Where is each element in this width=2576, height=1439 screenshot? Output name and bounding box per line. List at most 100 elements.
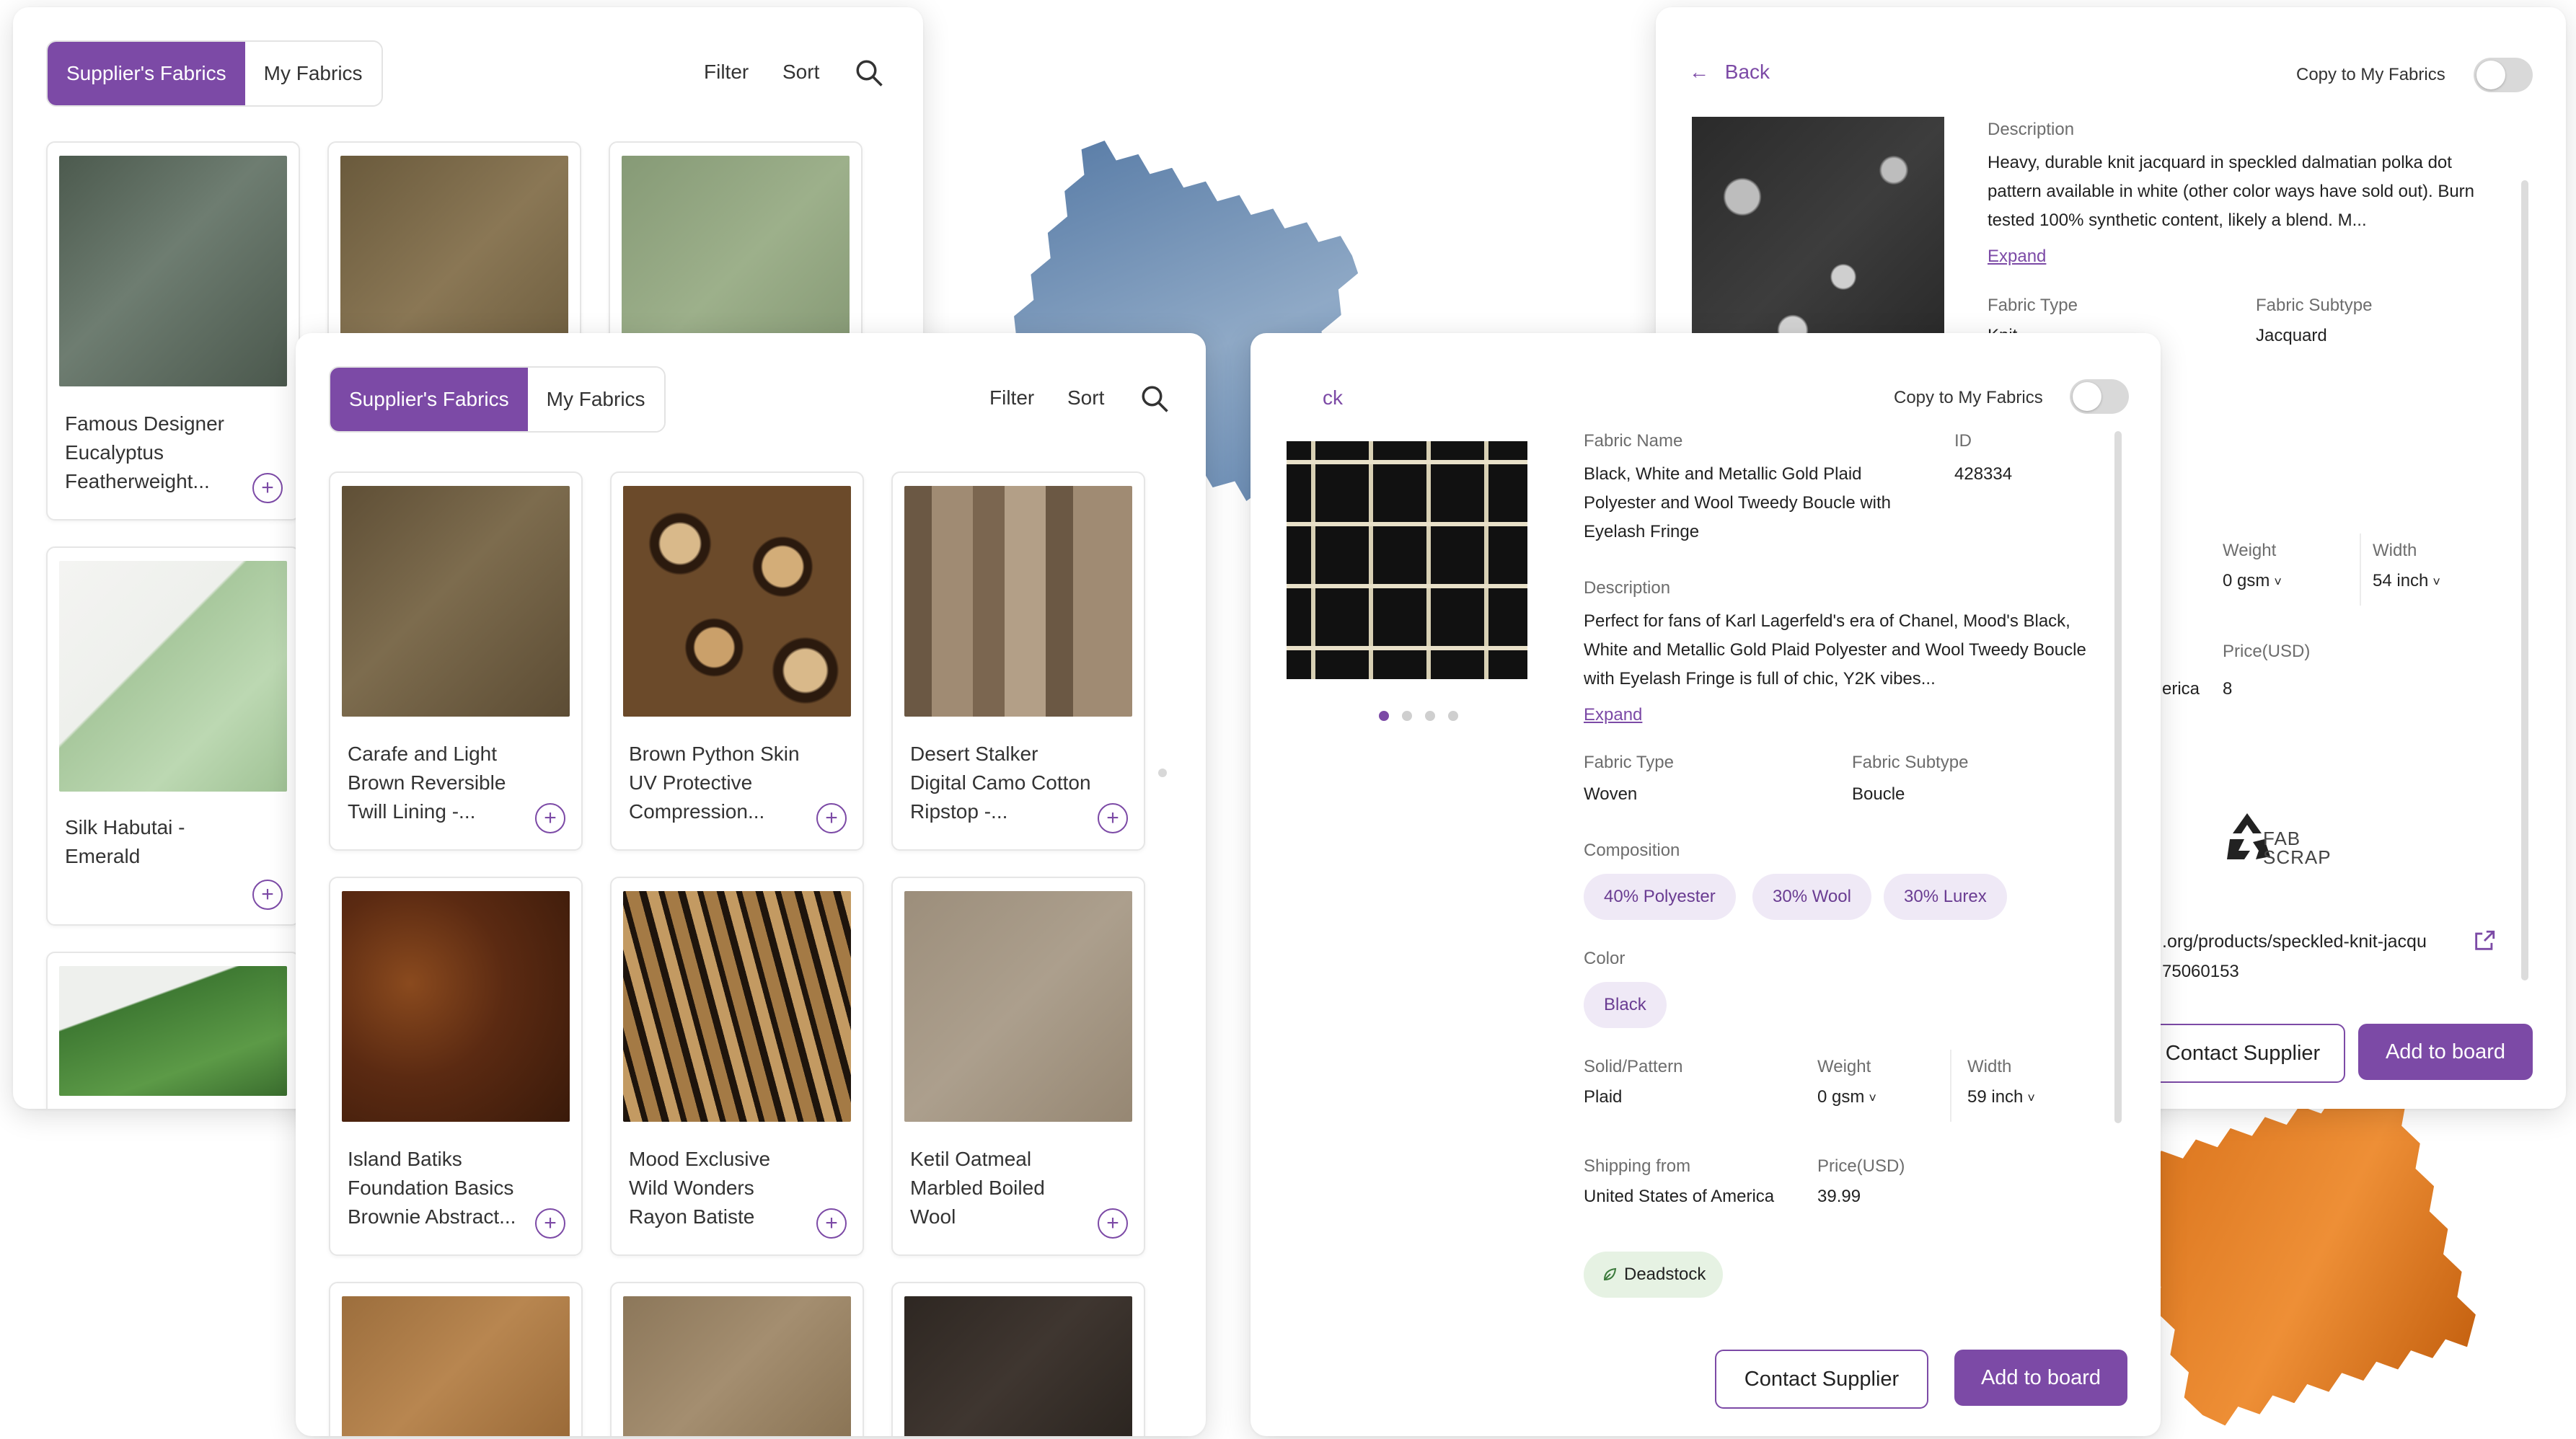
- fabric-card[interactable]: Desert Stalker Digital Camo Cotton Ripst…: [891, 471, 1145, 851]
- fabric-card[interactable]: [891, 1282, 1145, 1436]
- copy-to-my-fabrics-toggle[interactable]: [2474, 58, 2533, 92]
- carousel-dot[interactable]: [1425, 711, 1435, 721]
- add-to-board-button[interactable]: Add to board: [1954, 1350, 2127, 1406]
- weight-value[interactable]: 0 gsm ˅: [2223, 567, 2282, 596]
- sort-button[interactable]: Sort: [1067, 386, 1104, 409]
- fabric-swatch: [904, 891, 1132, 1122]
- search-icon[interactable]: [1139, 384, 1170, 414]
- scrollbar[interactable]: [2521, 180, 2528, 980]
- price-value: 39.99: [1817, 1187, 1861, 1206]
- add-fabric-button[interactable]: +: [816, 1208, 847, 1239]
- decor-swatch-orange: [2109, 1074, 2484, 1435]
- supplier-url[interactable]: .org/products/speckled-knit-jacqu: [2162, 927, 2427, 956]
- width-label: Width: [2373, 541, 2417, 560]
- fabric-title: Island Batiks Foundation Basics Brownie …: [348, 1148, 516, 1228]
- fabric-swatch: [623, 1296, 851, 1436]
- tab-suppliers-fabrics[interactable]: Supplier's Fabrics: [48, 42, 245, 105]
- fabric-subtype-value: Jacquard: [2256, 326, 2327, 345]
- chevron-down-icon: ˅: [2027, 1091, 2035, 1105]
- back-link[interactable]: ← Back: [1689, 61, 1770, 84]
- arrow-left-icon: ←: [1689, 61, 1709, 83]
- fabric-subtype-label: Fabric Subtype: [2256, 296, 2373, 315]
- fabric-card[interactable]: [610, 1282, 864, 1436]
- back-label: Back: [1724, 61, 1770, 83]
- fabric-title: Desert Stalker Digital Camo Cotton Ripst…: [910, 743, 1091, 823]
- contact-supplier-button[interactable]: Contact Supplier: [1715, 1350, 1928, 1409]
- tab-suppliers-fabrics[interactable]: Supplier's Fabrics: [330, 368, 528, 431]
- carousel-dot[interactable]: [1402, 711, 1412, 721]
- fabric-card[interactable]: Ketil Oatmeal Marbled Boiled Wool +: [891, 877, 1145, 1256]
- color-label: Color: [1584, 949, 1626, 968]
- fabric-card[interactable]: [329, 1282, 583, 1436]
- weight-label: Weight: [1817, 1057, 1871, 1076]
- fabric-id-fragment: 75060153: [2162, 962, 2239, 981]
- fabric-swatch: [904, 1296, 1132, 1436]
- add-fabric-button[interactable]: +: [1098, 803, 1128, 833]
- deadstock-label: Deadstock: [1624, 1265, 1706, 1284]
- filter-button[interactable]: Filter: [704, 61, 749, 84]
- expand-link[interactable]: Expand: [1988, 247, 2046, 267]
- carousel-dot[interactable]: [1448, 711, 1458, 721]
- add-fabric-button[interactable]: +: [816, 803, 847, 833]
- deadstock-badge: Deadstock: [1584, 1252, 1724, 1298]
- price-label: Price(USD): [2223, 642, 2311, 661]
- description-label: Description: [1584, 578, 1671, 598]
- add-fabric-button[interactable]: +: [535, 803, 565, 833]
- copy-to-my-fabrics-toggle[interactable]: [2070, 379, 2129, 414]
- search-icon[interactable]: [854, 58, 884, 88]
- composition-chip: 30% Wool: [1752, 874, 1871, 920]
- shipping-from-value: United States of America: [1584, 1187, 1775, 1206]
- filter-button[interactable]: Filter: [989, 386, 1034, 409]
- fabscrap-logo: FAB SCRAP: [2218, 800, 2332, 880]
- scrollbar[interactable]: [2114, 431, 2122, 1123]
- width-value[interactable]: 59 inch ˅: [1967, 1083, 2035, 1112]
- fabric-card[interactable]: Famous Designer Eucalyptus Featherweight…: [46, 141, 300, 521]
- id-value: 428334: [1954, 464, 2013, 484]
- fabric-card[interactable]: Island Batiks Foundation Basics Brownie …: [329, 877, 583, 1256]
- fabric-swatch: [342, 486, 570, 717]
- external-link-icon[interactable]: [2472, 929, 2497, 953]
- composition-label: Composition: [1584, 841, 1680, 860]
- chevron-down-icon: ˅: [2432, 575, 2440, 589]
- add-fabric-button[interactable]: +: [1098, 1208, 1128, 1239]
- add-fabric-button[interactable]: +: [252, 880, 283, 910]
- add-fabric-button[interactable]: +: [535, 1208, 565, 1239]
- fabric-card[interactable]: [46, 952, 300, 1109]
- tab-my-fabrics[interactable]: My Fabrics: [244, 42, 381, 105]
- logo-text: FAB SCRAP: [2263, 828, 2332, 868]
- fabric-title: Brown Python Skin UV Protective Compress…: [629, 743, 800, 823]
- solid-pattern-value: Plaid: [1584, 1087, 1623, 1107]
- fabric-card[interactable]: Brown Python Skin UV Protective Compress…: [610, 471, 864, 851]
- fabric-title: Silk Habutai - Emerald: [65, 816, 185, 867]
- scroll-indicator: [1158, 769, 1167, 777]
- fabric-card[interactable]: Mood Exclusive Wild Wonders Rayon Batist…: [610, 877, 864, 1256]
- carousel-dot[interactable]: [1379, 711, 1389, 721]
- add-to-board-button[interactable]: Add to board: [2358, 1024, 2533, 1080]
- shipping-from-label: Shipping from: [1584, 1156, 1691, 1176]
- leaf-icon: [1603, 1267, 1617, 1281]
- width-value[interactable]: 54 inch ˅: [2373, 567, 2440, 596]
- fabric-swatch: [59, 966, 287, 1096]
- fabric-swatch: [342, 1296, 570, 1436]
- fabric-card[interactable]: Carafe and Light Brown Reversible Twill …: [329, 471, 583, 851]
- fabric-type-label: Fabric Type: [1584, 753, 1674, 772]
- tab-my-fabrics[interactable]: My Fabrics: [527, 368, 664, 431]
- composition-chip: 40% Polyester: [1584, 874, 1736, 920]
- contact-supplier-button[interactable]: Contact Supplier: [2140, 1024, 2345, 1083]
- fabric-swatch: [342, 891, 570, 1122]
- fabric-title: Mood Exclusive Wild Wonders Rayon Batist…: [629, 1148, 771, 1228]
- copy-label: Copy to My Fabrics: [1894, 388, 2043, 407]
- add-fabric-button[interactable]: +: [252, 473, 283, 503]
- fabric-type-label: Fabric Type: [1988, 296, 2078, 315]
- description-text: Heavy, durable knit jacquard in speckled…: [1988, 153, 2475, 230]
- back-link[interactable]: ck: [1323, 386, 1343, 409]
- fabric-swatch: [59, 561, 287, 792]
- expand-link[interactable]: Expand: [1584, 705, 1642, 725]
- weight-value[interactable]: 0 gsm ˅: [1817, 1083, 1876, 1112]
- fabric-title: Ketil Oatmeal Marbled Boiled Wool: [910, 1148, 1045, 1228]
- sort-button[interactable]: Sort: [782, 61, 819, 84]
- id-label: ID: [1954, 431, 1972, 451]
- fabric-source-toggle: Supplier's Fabrics My Fabrics: [46, 40, 383, 107]
- fabric-card[interactable]: Silk Habutai - Emerald +: [46, 546, 300, 926]
- fabric-type-value: Woven: [1584, 784, 1638, 804]
